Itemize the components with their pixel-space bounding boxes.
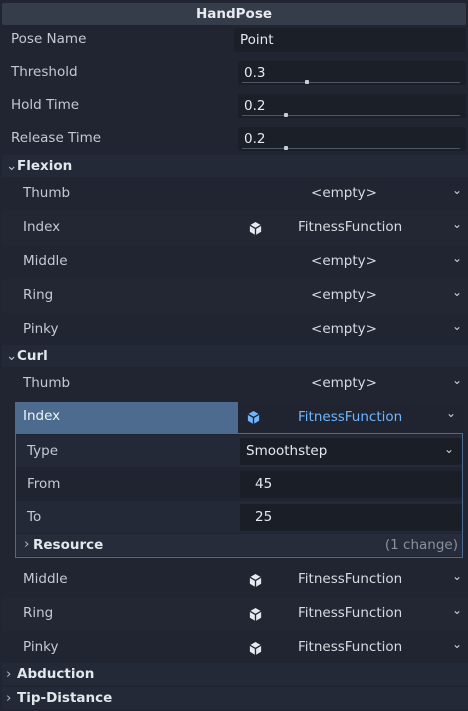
flexion-pinky-value: <empty>: [311, 321, 377, 337]
curl-thumb-value: <empty>: [311, 375, 377, 391]
release-time-grabber[interactable]: [283, 146, 288, 150]
flexion-thumb-label: Thumb: [23, 185, 71, 201]
section-flexion[interactable]: ⌄ Flexion: [2, 155, 468, 177]
curl-middle-picker[interactable]: FitnessFunction ⌄: [240, 565, 466, 595]
flexion-index-picker[interactable]: FitnessFunction ⌄: [240, 213, 466, 243]
sub-row-to: To 25: [16, 501, 462, 533]
flexion-row-middle: Middle <empty> ⌄: [2, 245, 468, 279]
to-input[interactable]: 25: [240, 504, 462, 531]
flexion-row-ring: Ring <empty> ⌄: [2, 279, 468, 313]
resource-changes: (1 change): [384, 537, 458, 553]
flexion-ring-label: Ring: [23, 287, 54, 303]
flexion-thumb-value: <empty>: [311, 185, 377, 201]
from-value: 45: [255, 476, 273, 492]
release-time-slider[interactable]: 0.2: [238, 127, 466, 151]
type-value: Smoothstep: [246, 443, 328, 459]
curl-pinky-label: Pinky: [23, 639, 59, 655]
flexion-middle-picker[interactable]: <empty> ⌄: [240, 247, 466, 277]
release-time-track: [242, 148, 460, 149]
release-time-value: 0.2: [244, 131, 266, 147]
threshold-value: 0.3: [244, 65, 266, 81]
hold-time-value: 0.2: [244, 98, 266, 114]
cube-icon: [249, 641, 262, 656]
flexion-thumb-picker[interactable]: <empty> ⌄: [240, 179, 466, 209]
pose-name-label: Pose Name: [11, 31, 87, 47]
curl-row-thumb: Thumb <empty> ⌄: [2, 367, 468, 401]
section-abduction[interactable]: › Abduction: [2, 663, 468, 685]
type-dropdown[interactable]: Smoothstep ⌄: [240, 438, 462, 465]
type-label: Type: [27, 443, 59, 459]
chevron-down-icon: ⌄: [443, 442, 454, 456]
cube-icon: [249, 573, 262, 588]
flexion-index-value: FitnessFunction: [298, 219, 403, 235]
hold-time-label: Hold Time: [11, 97, 80, 113]
release-time-label: Release Time: [11, 130, 102, 146]
curl-index-subresource: Type Smoothstep ⌄ From 45 To 25 › Resour…: [15, 433, 463, 558]
resource-label: Resource: [33, 537, 104, 553]
curl-index-picker[interactable]: FitnessFunction ⌄: [238, 402, 465, 433]
flexion-pinky-picker[interactable]: <empty> ⌄: [240, 315, 466, 345]
curl-thumb-picker[interactable]: <empty> ⌄: [240, 369, 466, 399]
threshold-slider[interactable]: 0.3: [238, 61, 466, 85]
curl-row-ring: Ring FitnessFunction ⌄: [2, 597, 468, 631]
curl-ring-label: Ring: [23, 605, 54, 621]
hold-time-grabber[interactable]: [283, 113, 288, 117]
curl-index-label: Index: [23, 408, 61, 424]
section-abduction-title: Abduction: [17, 666, 95, 682]
flexion-middle-label: Middle: [23, 253, 68, 269]
chevron-down-icon: ⌄: [451, 183, 462, 197]
flexion-ring-picker[interactable]: <empty> ⌄: [240, 281, 466, 311]
flexion-row-index: Index FitnessFunction ⌄: [2, 211, 468, 245]
to-value: 25: [255, 509, 273, 525]
resource-group[interactable]: › Resource (1 change): [16, 534, 462, 556]
flexion-row-thumb: Thumb <empty> ⌄: [2, 177, 468, 211]
threshold-label: Threshold: [11, 64, 78, 80]
hold-time-slider[interactable]: 0.2: [238, 94, 466, 118]
section-curl[interactable]: ⌄ Curl: [2, 345, 468, 367]
section-flexion-title: Flexion: [17, 158, 73, 174]
flexion-ring-value: <empty>: [311, 287, 377, 303]
cube-icon: [249, 607, 262, 622]
chevron-right-icon: ›: [24, 536, 30, 552]
curl-ring-value: FitnessFunction: [298, 605, 403, 621]
chevron-down-icon: ⌄: [451, 319, 462, 333]
curl-ring-picker[interactable]: FitnessFunction ⌄: [240, 599, 466, 629]
flexion-index-label: Index: [23, 219, 61, 235]
from-label: From: [27, 476, 61, 492]
curl-row-middle: Middle FitnessFunction ⌄: [2, 563, 468, 597]
cube-icon: [247, 410, 260, 425]
curl-row-pinky: Pinky FitnessFunction ⌄: [2, 631, 468, 665]
chevron-down-icon: ⌄: [451, 637, 462, 651]
sub-row-from: From 45: [16, 468, 462, 500]
threshold-track: [242, 82, 460, 83]
curl-pinky-picker[interactable]: FitnessFunction ⌄: [240, 633, 466, 663]
section-curl-title: Curl: [17, 348, 48, 364]
threshold-grabber[interactable]: [305, 80, 310, 84]
chevron-down-icon: ⌄: [451, 251, 462, 265]
pose-name-input[interactable]: Point: [234, 28, 466, 52]
curl-middle-label: Middle: [23, 571, 68, 587]
hold-time-track: [242, 115, 460, 116]
chevron-down-icon: ⌄: [451, 373, 462, 387]
flexion-pinky-label: Pinky: [23, 321, 59, 337]
sub-row-type: Type Smoothstep ⌄: [16, 435, 462, 467]
chevron-down-icon: ⌄: [451, 569, 462, 583]
section-tip-distance[interactable]: › Tip-Distance: [2, 687, 468, 709]
to-label: To: [27, 509, 42, 525]
flexion-middle-value: <empty>: [311, 253, 377, 269]
section-tip-distance-title: Tip-Distance: [17, 690, 113, 706]
from-input[interactable]: 45: [240, 471, 462, 498]
cube-icon: [249, 221, 262, 236]
inspector-title: HandPose: [2, 3, 466, 25]
pose-name-value: Point: [240, 32, 274, 48]
chevron-down-icon: ⌄: [445, 406, 456, 420]
chevron-down-icon: ⌄: [451, 285, 462, 299]
curl-thumb-label: Thumb: [23, 375, 71, 391]
chevron-down-icon: ⌄: [451, 603, 462, 617]
curl-index-value: FitnessFunction: [298, 409, 403, 425]
flexion-row-pinky: Pinky <empty> ⌄: [2, 313, 468, 347]
chevron-down-icon: ⌄: [451, 217, 462, 231]
curl-pinky-value: FitnessFunction: [298, 639, 403, 655]
curl-middle-value: FitnessFunction: [298, 571, 403, 587]
